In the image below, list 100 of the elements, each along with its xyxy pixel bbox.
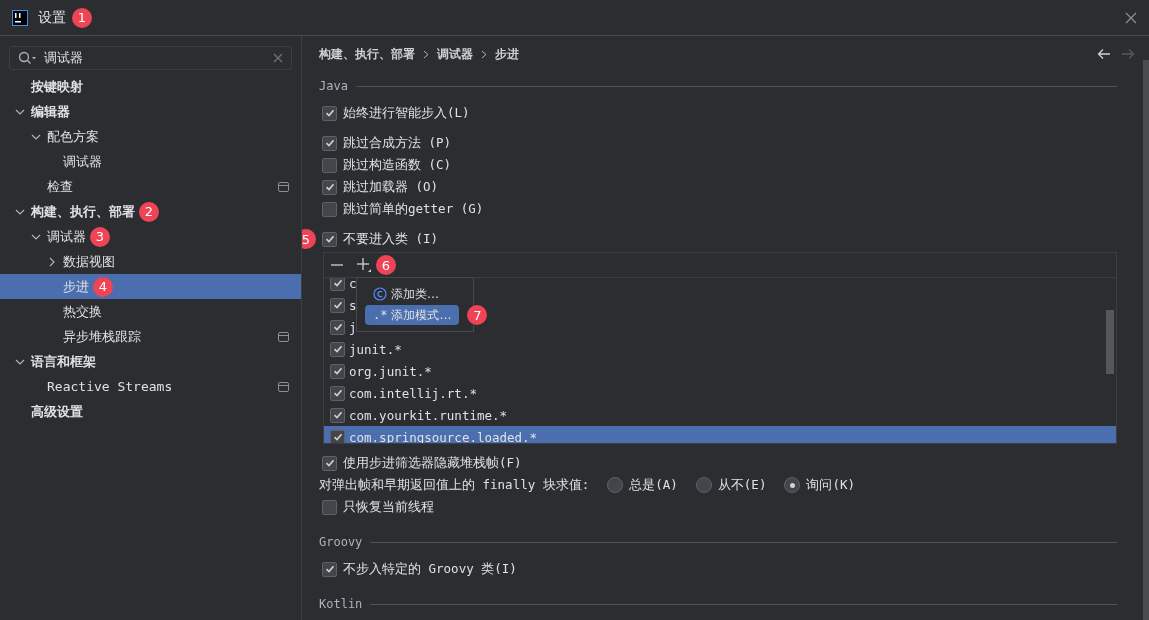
close-icon[interactable] [1125, 11, 1137, 24]
checkmark-icon [324, 138, 335, 148]
annotation-badge: 2 [139, 201, 159, 222]
tree-item[interactable]: 按键映射 [0, 74, 301, 99]
section-title: Groovy [319, 535, 363, 549]
tree-item[interactable]: 步进 4 [0, 274, 301, 299]
radio-button[interactable] [784, 477, 801, 493]
tree-label: 调试器 [63, 152, 102, 171]
checkmark-icon [324, 564, 335, 574]
pattern-text: s [349, 297, 357, 313]
tree-item[interactable]: 热交换 [0, 299, 301, 324]
checkbox[interactable] [322, 455, 337, 471]
checkmark-icon [324, 458, 335, 468]
checkmark-icon [332, 322, 343, 332]
checkbox[interactable] [330, 363, 345, 379]
window-title: 设置 [38, 8, 66, 27]
tree-item[interactable]: 检查 [0, 174, 301, 199]
tree-label: 步进 [63, 277, 89, 296]
tree-item[interactable]: 高级设置 [0, 399, 301, 424]
checkbox-label: 使用步进筛选器隐藏堆栈帧(F) [343, 454, 522, 472]
tree-label: 编辑器 [31, 102, 70, 121]
tree-item[interactable]: 语言和框架 [0, 349, 301, 374]
tree-label: 按键映射 [31, 77, 83, 96]
checkmark-icon [332, 388, 343, 398]
pattern-text: junit.* [349, 341, 402, 357]
tree-item[interactable]: 数据视图 [0, 249, 301, 274]
breadcrumb-item[interactable]: 调试器 [437, 45, 473, 63]
checkbox[interactable] [322, 179, 337, 195]
checkbox-label: 跳过合成方法 (P) [343, 134, 452, 152]
checkbox-label: 跳过简单的getter (G) [343, 200, 484, 218]
tree-item[interactable]: 配色方案 [0, 124, 301, 149]
checkmark-icon [332, 300, 343, 310]
scrollbar-thumb[interactable] [1143, 60, 1149, 620]
annotation-badge: 3 [90, 226, 110, 247]
section-title: Java [319, 79, 348, 93]
checkmark-icon [332, 432, 343, 442]
menu-item[interactable]: .* 添加模式… [365, 305, 460, 325]
tree-item[interactable]: 调试器 [0, 149, 301, 174]
checkmark-icon [332, 366, 343, 376]
tree-item[interactable]: 调试器 3 [0, 224, 301, 249]
checkbox[interactable] [330, 407, 345, 423]
checkmark-icon [332, 278, 343, 288]
checkbox[interactable] [322, 201, 337, 217]
pattern-text: j [349, 319, 357, 335]
checkbox[interactable] [330, 429, 345, 443]
tree-label: 检查 [47, 177, 73, 196]
chevron-right-icon[interactable] [47, 256, 57, 267]
checkbox-label: 只恢复当前线程 [343, 498, 434, 516]
annotation-badge: 5 [302, 229, 316, 249]
tree-item[interactable]: 编辑器 [0, 99, 301, 124]
section-title: Kotlin [319, 597, 363, 611]
checkbox[interactable] [322, 561, 337, 577]
tree-item[interactable]: 构建、执行、部署 2 [0, 199, 301, 224]
annotation-badge: 7 [467, 305, 488, 325]
search-icon [18, 51, 38, 65]
checkbox[interactable] [330, 385, 345, 401]
app-logo-icon [12, 9, 28, 26]
tree-item[interactable]: Reactive Streams [0, 374, 301, 399]
pattern-text: org.junit.* [349, 363, 432, 379]
chevron-right-icon [481, 49, 487, 59]
tree-label: 异步堆栈跟踪 [63, 327, 141, 346]
tree-label: Reactive Streams [47, 379, 173, 394]
scrollbar-thumb[interactable] [1106, 310, 1114, 374]
checkbox[interactable] [330, 278, 345, 291]
breadcrumb-item[interactable]: 步进 [495, 45, 519, 63]
radio-label: 询问(K) [806, 476, 855, 494]
radio-label: 从不(E) [717, 476, 767, 494]
checkbox-label: 始终进行智能步入(L) [343, 104, 470, 122]
checkmark-icon [324, 108, 335, 118]
tree-label: 配色方案 [47, 127, 99, 146]
annotation-badge: 1 [72, 7, 92, 28]
breadcrumb-item[interactable]: 构建、执行、部署 [319, 45, 415, 63]
tree-label: 调试器 [47, 227, 86, 246]
radio-button[interactable] [607, 477, 624, 493]
back-arrow-icon[interactable] [1097, 48, 1111, 60]
tree-label: 高级设置 [31, 402, 83, 421]
checkbox[interactable] [322, 157, 337, 173]
chevron-right-icon [423, 49, 429, 59]
checkmark-icon [332, 344, 343, 354]
tree-label: 热交换 [63, 302, 102, 321]
checkbox[interactable] [330, 341, 345, 357]
plus-icon[interactable] [356, 257, 372, 273]
search-field[interactable]: 调试器 [9, 46, 292, 70]
checkbox[interactable] [322, 231, 337, 247]
radio-button[interactable] [695, 477, 712, 493]
checkbox-label: 不要进入类 (I) [343, 230, 439, 248]
pattern-text: com.yourkit.runtime.* [349, 407, 508, 423]
checkbox[interactable] [330, 319, 345, 335]
checkbox[interactable] [322, 105, 337, 121]
checkbox[interactable] [330, 297, 345, 313]
menu-item[interactable]: 添加类… [365, 284, 447, 304]
radio-label: 总是(A) [629, 476, 678, 494]
checkbox[interactable] [322, 135, 337, 151]
search-input[interactable]: 调试器 [44, 50, 267, 66]
checkbox-label: 跳过构造函数 (C) [343, 156, 452, 174]
class-icon [373, 287, 387, 301]
annotation-badge: 4 [93, 276, 113, 297]
clear-icon[interactable] [273, 53, 283, 63]
tree-item[interactable]: 异步堆栈跟踪 [0, 324, 301, 349]
checkbox[interactable] [322, 499, 337, 515]
